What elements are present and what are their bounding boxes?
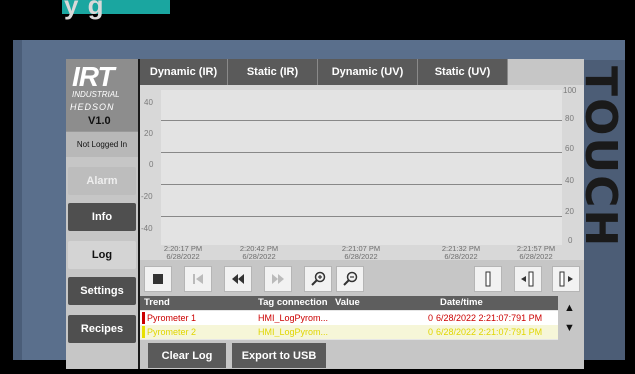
header-bar: y g [0, 0, 635, 40]
column-value: Value [335, 297, 360, 308]
column-tag: Tag connection [258, 297, 328, 308]
trend-table: Trend Tag connection Value Date/time Pyr… [140, 296, 558, 340]
export-usb-button[interactable]: Export to USB [232, 343, 326, 368]
y-left-tick: -20 [141, 192, 153, 201]
nav-recipes-button[interactable]: Recipes [68, 315, 136, 343]
ruler-right-icon[interactable] [552, 266, 580, 292]
y-left-tick: 20 [144, 129, 153, 138]
y-right-tick: 0 [568, 236, 573, 245]
gridline [161, 216, 562, 217]
version-label: V1.0 [88, 115, 111, 127]
skip-back-icon[interactable] [184, 266, 212, 292]
zoom-in-icon[interactable] [304, 266, 332, 292]
scroll-down-icon[interactable]: ▼ [564, 322, 575, 334]
table-header: Trend Tag connection Value Date/time [140, 296, 558, 310]
tab-static-uv[interactable]: Static (UV) [418, 59, 508, 85]
y-right-tick: 60 [565, 144, 574, 153]
stop-icon[interactable] [144, 266, 172, 292]
y-left-tick: 0 [149, 160, 154, 169]
series-color-marker [142, 326, 145, 338]
ruler-left-icon[interactable] [514, 266, 542, 292]
y-left-tick: 40 [144, 98, 153, 107]
series-color-marker [142, 312, 145, 324]
gridline [161, 152, 562, 153]
logo: IRT INDUSTRIAL HEDSON V1.0 [66, 59, 138, 131]
gridline [161, 120, 562, 121]
trend-chart[interactable]: 40 20 0 -20 -40 100 80 60 40 20 0 2:20:1… [140, 85, 584, 261]
nav-alarm-button[interactable]: Alarm [68, 167, 136, 195]
sidebar: IRT INDUSTRIAL HEDSON V1.0 Not Logged In… [66, 59, 138, 369]
x-tick-label: 2:20:42 PM 6/28/2022 [239, 244, 279, 261]
y-right-tick: 80 [565, 114, 574, 123]
tab-dynamic-uv[interactable]: Dynamic (UV) [318, 59, 418, 85]
login-status[interactable]: Not Logged In [66, 131, 138, 157]
trend-toolbar [140, 260, 584, 296]
column-trend: Trend [144, 297, 170, 308]
plot-area [161, 90, 562, 245]
page-title-fragment: y g [64, 0, 105, 20]
x-tick-label: 2:20:17 PM 6/28/2022 [163, 244, 203, 261]
gridline [161, 184, 562, 185]
x-tick-label: 2:21:32 PM 6/28/2022 [441, 244, 481, 261]
touch-label: TOUCH [575, 66, 626, 249]
zoom-out-icon[interactable] [336, 266, 364, 292]
y-right-tick: 100 [563, 86, 577, 95]
tab-dynamic-ir[interactable]: Dynamic (IR) [140, 59, 228, 85]
x-tick-label: 2:21:07 PM 6/28/2022 [341, 244, 381, 261]
nav-log-button[interactable]: Log [68, 241, 136, 269]
tab-bar: Dynamic (IR) Static (IR) Dynamic (UV) St… [140, 59, 584, 85]
logo-brand: IRT [72, 61, 115, 92]
table-scrollbar[interactable]: ▲ ▼ [558, 296, 584, 340]
y-left-tick: -40 [141, 224, 153, 233]
action-bar: Clear Log Export to USB [140, 340, 584, 369]
fast-forward-icon[interactable] [264, 266, 292, 292]
table-row[interactable]: Pyrometer 2 HMI_LogPyrom... 0 6/28/2022 … [140, 325, 558, 339]
nav-info-button[interactable]: Info [68, 203, 136, 231]
rewind-icon[interactable] [224, 266, 252, 292]
x-tick-label: 2:21:57 PM 6/28/2022 [516, 244, 556, 261]
clear-log-button[interactable]: Clear Log [148, 343, 226, 368]
scroll-up-icon[interactable]: ▲ [564, 302, 575, 314]
logo-sub: INDUSTRIAL [72, 90, 120, 99]
y-right-tick: 20 [565, 207, 574, 216]
nav-settings-button[interactable]: Settings [68, 277, 136, 305]
y-right-tick: 40 [565, 176, 574, 185]
logo-partner: HEDSON [70, 102, 115, 112]
column-datetime: Date/time [440, 297, 483, 308]
tab-static-ir[interactable]: Static (IR) [228, 59, 318, 85]
ruler-icon[interactable] [474, 266, 502, 292]
table-row[interactable]: Pyrometer 1 HMI_LogPyrom... 0 6/28/2022 … [140, 311, 558, 325]
